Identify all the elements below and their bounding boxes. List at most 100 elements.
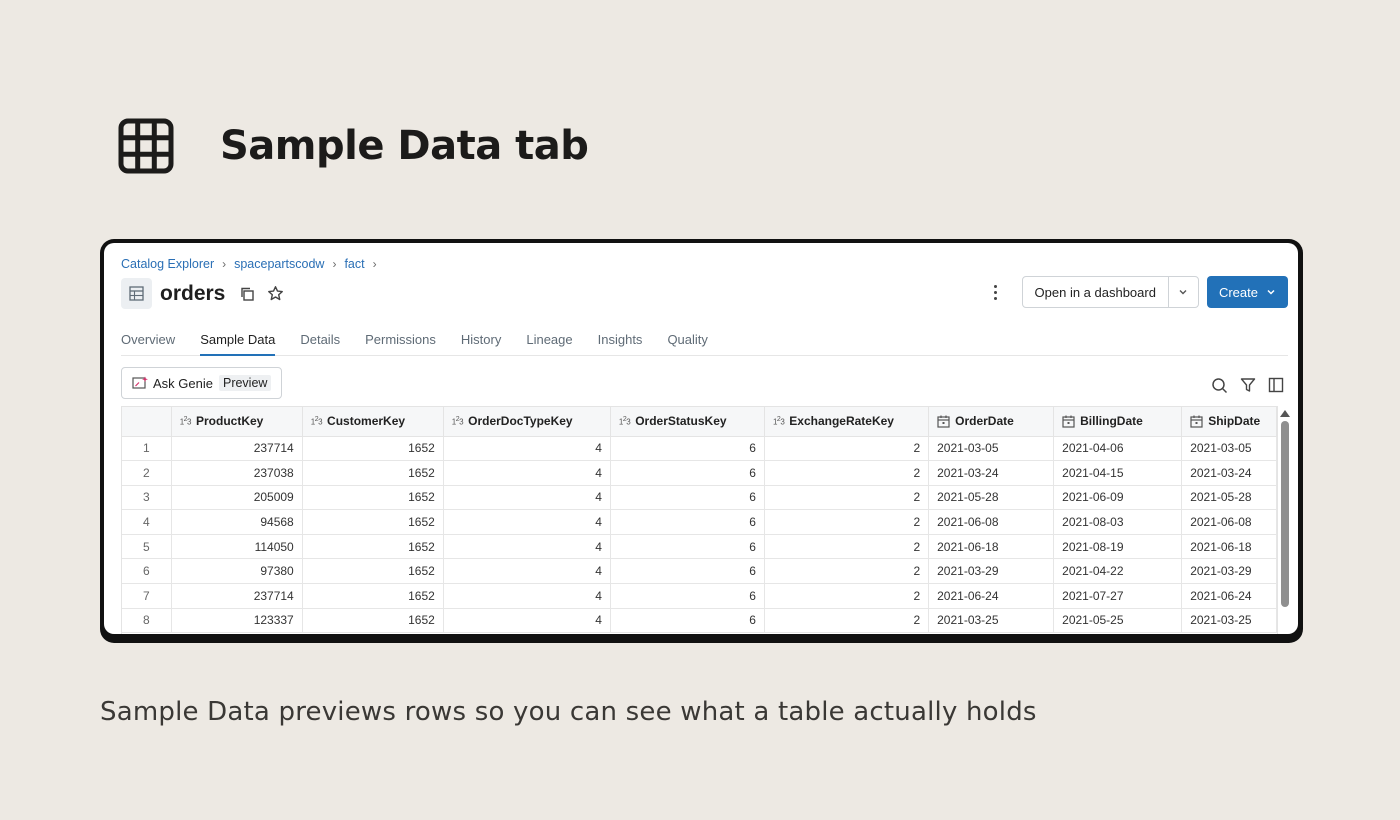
table-cell[interactable]: 1652 bbox=[302, 436, 444, 462]
table-cell[interactable]: 97380 bbox=[171, 558, 303, 585]
table-cell[interactable]: 2 bbox=[764, 534, 930, 560]
table-cell[interactable]: 2021-03-05 bbox=[1181, 436, 1277, 462]
ask-genie-button[interactable]: Ask Genie Preview bbox=[121, 367, 283, 399]
table-row[interactable]: 2 237038 1652 4 6 2 2021-03-24 2021-04-15 2021-0… bbox=[122, 460, 1277, 486]
table-cell[interactable]: 2021-03-25 bbox=[928, 608, 1055, 634]
table-cell[interactable]: 2021-06-18 bbox=[928, 534, 1055, 560]
table-cell[interactable]: 6 bbox=[610, 460, 765, 486]
table-cell[interactable]: 237714 bbox=[171, 583, 303, 609]
create-button[interactable]: Create bbox=[1206, 276, 1288, 308]
table-cell[interactable]: 237714 bbox=[171, 436, 303, 462]
chevron-down-icon[interactable] bbox=[1167, 277, 1198, 307]
breadcrumb-schema[interactable]: fact bbox=[344, 257, 364, 271]
column-header[interactable]: OrderDate bbox=[928, 407, 1055, 437]
table-cell[interactable]: 4 bbox=[443, 485, 611, 511]
search-icon[interactable] bbox=[1211, 377, 1228, 394]
side-panel-icon[interactable] bbox=[1268, 377, 1284, 394]
table-cell[interactable]: 2 bbox=[764, 583, 930, 609]
table-cell[interactable]: 2021-08-03 bbox=[1053, 509, 1183, 535]
table-cell[interactable]: 2 bbox=[764, 509, 930, 535]
table-cell[interactable]: 6 bbox=[610, 485, 765, 511]
tab-insights[interactable]: Insights bbox=[598, 332, 643, 356]
table-cell[interactable]: 1652 bbox=[302, 509, 444, 535]
table-cell[interactable]: 2021-03-29 bbox=[928, 558, 1055, 585]
tab-overview[interactable]: Overview bbox=[121, 332, 175, 356]
table-cell[interactable]: 4 bbox=[443, 608, 611, 634]
tab-lineage[interactable]: Lineage bbox=[526, 332, 572, 356]
table-cell[interactable]: 2021-03-29 bbox=[1181, 558, 1277, 585]
column-header[interactable]: 123 ProductKey bbox=[171, 407, 303, 437]
table-row[interactable]: 4 94568 1652 4 6 2 2021-06-08 2021-08-03 2021-06… bbox=[122, 509, 1277, 535]
vertical-scrollbar[interactable] bbox=[1280, 406, 1290, 618]
table-cell[interactable]: 6 bbox=[610, 534, 765, 560]
column-header[interactable]: BillingDate bbox=[1053, 407, 1183, 437]
table-row[interactable]: 5 114050 1652 4 6 2 2021-06-18 2021-08-19 2021-0… bbox=[122, 534, 1277, 560]
more-options-icon[interactable] bbox=[986, 277, 1006, 307]
table-cell[interactable]: 6 bbox=[610, 583, 765, 609]
table-cell[interactable]: 4 bbox=[443, 509, 611, 535]
table-cell[interactable]: 94568 bbox=[171, 509, 303, 535]
star-icon[interactable] bbox=[267, 285, 284, 302]
table-cell[interactable]: 4 bbox=[443, 558, 611, 585]
scrollbar-thumb[interactable] bbox=[1281, 421, 1289, 607]
table-cell[interactable]: 2 bbox=[764, 436, 930, 462]
table-cell[interactable]: 6 bbox=[610, 608, 765, 634]
table-cell[interactable]: 2021-06-08 bbox=[928, 509, 1055, 535]
table-cell[interactable]: 2 bbox=[764, 558, 930, 585]
breadcrumb-catalog-explorer[interactable]: Catalog Explorer bbox=[121, 257, 214, 271]
open-in-dashboard-button[interactable]: Open in a dashboard bbox=[1023, 277, 1168, 307]
table-cell[interactable]: 2021-06-24 bbox=[1181, 583, 1277, 609]
table-cell[interactable]: 2021-06-18 bbox=[1181, 534, 1277, 560]
table-cell[interactable]: 2021-06-24 bbox=[928, 583, 1055, 609]
scroll-up-arrow-icon[interactable] bbox=[1280, 410, 1290, 417]
table-cell[interactable]: 4 bbox=[443, 583, 611, 609]
table-cell[interactable]: 1652 bbox=[302, 534, 444, 560]
table-cell[interactable]: 2021-04-15 bbox=[1053, 460, 1183, 486]
filter-icon[interactable] bbox=[1240, 377, 1256, 394]
table-cell[interactable]: 2021-08-19 bbox=[1053, 534, 1183, 560]
breadcrumb-catalog[interactable]: spacepartscodw bbox=[234, 257, 324, 271]
table-cell[interactable]: 2021-06-09 bbox=[1053, 485, 1183, 511]
table-cell[interactable]: 2021-03-25 bbox=[1181, 608, 1277, 634]
table-cell[interactable]: 1652 bbox=[302, 460, 444, 486]
table-cell[interactable]: 2021-03-24 bbox=[928, 460, 1055, 486]
table-cell[interactable]: 4 bbox=[443, 460, 611, 486]
copy-icon[interactable] bbox=[239, 286, 255, 302]
table-cell[interactable]: 2021-05-28 bbox=[1181, 485, 1277, 511]
table-cell[interactable]: 2 bbox=[764, 608, 930, 634]
table-cell[interactable]: 2021-04-22 bbox=[1053, 558, 1183, 585]
table-cell[interactable]: 2 bbox=[764, 460, 930, 486]
table-cell[interactable]: 2 bbox=[764, 485, 930, 511]
table-cell[interactable]: 1652 bbox=[302, 608, 444, 634]
table-row[interactable]: 6 97380 1652 4 6 2 2021-03-29 2021-04-22 2021-03… bbox=[122, 558, 1277, 585]
table-cell[interactable]: 114050 bbox=[171, 534, 303, 560]
column-header[interactable]: 123 OrderDocTypeKey bbox=[443, 407, 611, 437]
table-row[interactable]: 8 123337 1652 4 6 2 2021-03-25 2021-05-25 2021-0… bbox=[122, 608, 1277, 634]
column-header[interactable]: 123 OrderStatusKey bbox=[610, 407, 765, 437]
table-cell[interactable]: 1652 bbox=[302, 485, 444, 511]
table-cell[interactable]: 6 bbox=[610, 436, 765, 462]
table-cell[interactable]: 1652 bbox=[302, 558, 444, 585]
tab-sample-data[interactable]: Sample Data bbox=[200, 332, 276, 356]
table-cell[interactable]: 6 bbox=[610, 558, 765, 585]
table-cell[interactable]: 205009 bbox=[171, 485, 303, 511]
table-cell[interactable]: 2021-06-08 bbox=[1181, 509, 1277, 535]
table-cell[interactable]: 123337 bbox=[171, 608, 303, 634]
table-cell[interactable]: 237038 bbox=[171, 460, 303, 486]
column-header[interactable]: ShipDate bbox=[1181, 407, 1277, 437]
table-cell[interactable]: 2021-04-06 bbox=[1053, 436, 1183, 462]
tab-permissions[interactable]: Permissions bbox=[365, 332, 436, 356]
table-cell[interactable]: 2021-05-28 bbox=[928, 485, 1055, 511]
tab-history[interactable]: History bbox=[461, 332, 501, 356]
column-header[interactable]: 123 CustomerKey bbox=[302, 407, 444, 437]
table-cell[interactable]: 2021-07-27 bbox=[1053, 583, 1183, 609]
table-row[interactable]: 3 205009 1652 4 6 2 2021-05-28 2021-06-09 2021-0… bbox=[122, 485, 1277, 511]
table-cell[interactable]: 2021-05-25 bbox=[1053, 608, 1183, 634]
table-cell[interactable]: 4 bbox=[443, 534, 611, 560]
table-row[interactable]: 1 237714 1652 4 6 2 2021-03-05 2021-04-06 2021-0… bbox=[122, 436, 1277, 462]
table-cell[interactable]: 2021-03-24 bbox=[1181, 460, 1277, 486]
tab-quality[interactable]: Quality bbox=[667, 332, 707, 356]
table-row[interactable]: 7 237714 1652 4 6 2 2021-06-24 2021-07-27 2021-0… bbox=[122, 583, 1277, 609]
table-cell[interactable]: 1652 bbox=[302, 583, 444, 609]
tab-details[interactable]: Details bbox=[300, 332, 340, 356]
